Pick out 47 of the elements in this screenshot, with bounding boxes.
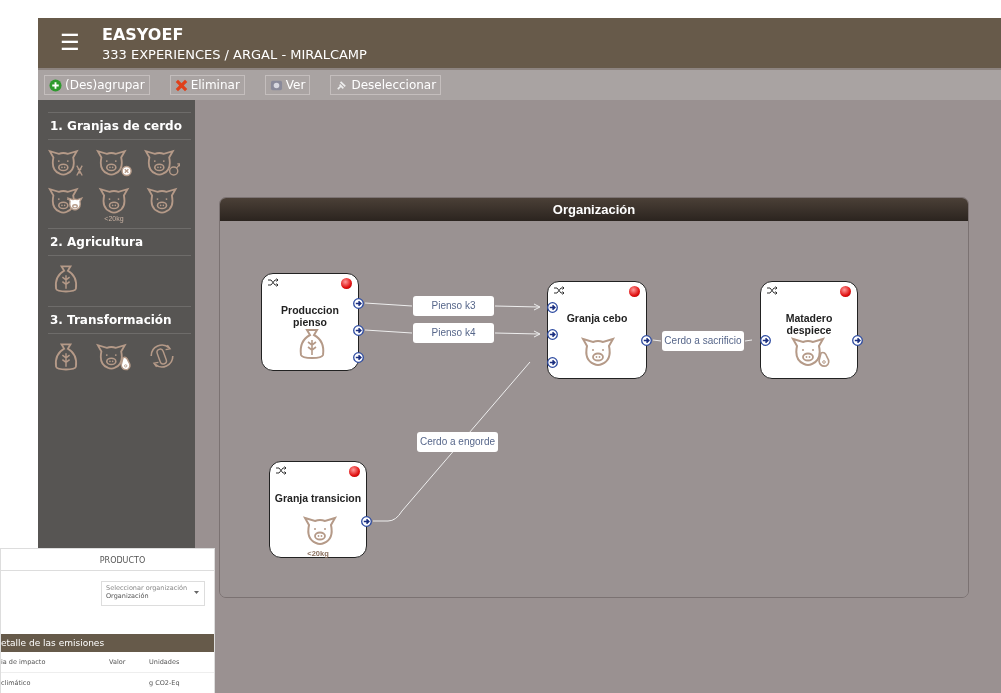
delete-icon [174,78,188,92]
port-arrow-icon[interactable] [352,324,364,336]
panel-title: Organización [220,198,968,221]
pig-with-meat-icon [791,334,831,368]
node-title: Granja cebo [565,312,629,324]
status-dot-icon [341,278,352,289]
menu-icon[interactable]: ☰ [38,30,102,56]
section-title: 2. Agricultura [48,229,191,256]
status-dot-icon [840,286,851,297]
connection-label[interactable]: Cerdo a engorde [417,432,498,452]
app-title: EASYOEF [102,24,185,44]
caret-icon[interactable] [194,591,199,594]
connection-label[interactable]: Pienso k3 [413,296,494,316]
node-title: Produccion pienso [280,304,340,328]
status-dot-icon [349,466,360,477]
shuffle-icon[interactable] [554,286,565,295]
port-arrow-icon[interactable] [546,356,558,368]
plus-icon [49,78,62,92]
section-title: 1. Granjas de cerdo [48,113,191,140]
port-arrow-icon[interactable] [546,301,558,313]
node-title: Matadero despiece [784,312,834,336]
breadcrumb: 333 EXPERIENCES / ARGAL - MIRALCAMP [102,46,367,62]
pig-icon [578,334,618,368]
process-node[interactable]: Matadero despiece [760,281,858,379]
section-title: 3. Transformación [48,307,191,334]
connector-arrow[interactable] [364,329,541,338]
port-arrow-icon[interactable] [352,351,364,363]
shuffle-icon[interactable] [268,278,279,287]
pig-icon [300,513,340,547]
port-arrow-icon[interactable] [851,334,863,346]
shuffle-icon[interactable] [276,466,287,475]
process-node[interactable]: Produccion pienso [261,273,359,371]
connector-arrow[interactable] [364,302,541,311]
port-arrow-icon[interactable] [360,515,372,527]
shuffle-icon[interactable] [767,286,778,295]
port-arrow-icon[interactable] [546,328,558,340]
view-icon [269,78,283,92]
status-dot-icon [629,286,640,297]
section-header: etalle de las emisiones [1,634,214,652]
node-title: Granja transicion [274,492,362,504]
card-title: PRODUCTO [1,549,214,571]
port-arrow-icon[interactable] [759,334,771,346]
connection-label[interactable]: Pienso k4 [413,323,494,343]
port-arrow-icon[interactable] [640,334,652,346]
connection-label[interactable]: Cerdo a sacrificio [662,331,744,351]
process-node[interactable]: Granja cebo [547,281,647,379]
port-arrow-icon[interactable] [352,297,364,309]
